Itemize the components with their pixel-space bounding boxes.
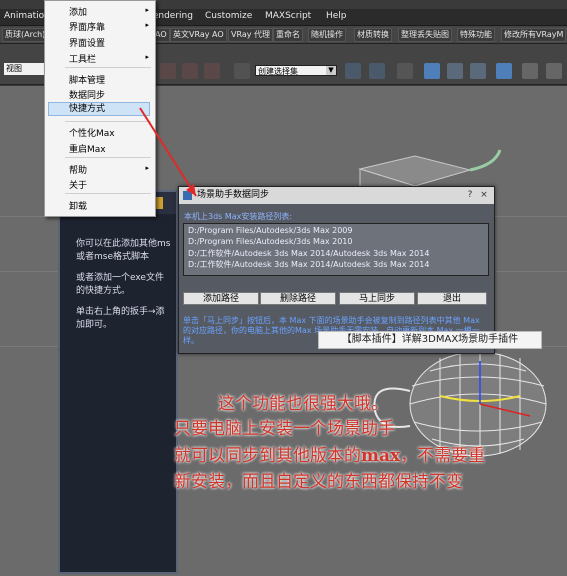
caption-line-3: 就可以同步到其他版本的max，不需要重 <box>174 441 485 466</box>
caption-line-3a: 就可以同步到其他版本的 <box>174 446 361 466</box>
caption-line-3c: ，不需要重 <box>400 446 486 466</box>
caption-line-3b: max <box>361 446 401 466</box>
caption-line-1: 这个功能也很强大哦。 <box>218 394 388 414</box>
caption-line-4: 新安装，而且自定义的东西都保持不变 <box>174 472 463 492</box>
caption-line-2: 只要电脑上安装一个场景助手 <box>174 419 395 439</box>
